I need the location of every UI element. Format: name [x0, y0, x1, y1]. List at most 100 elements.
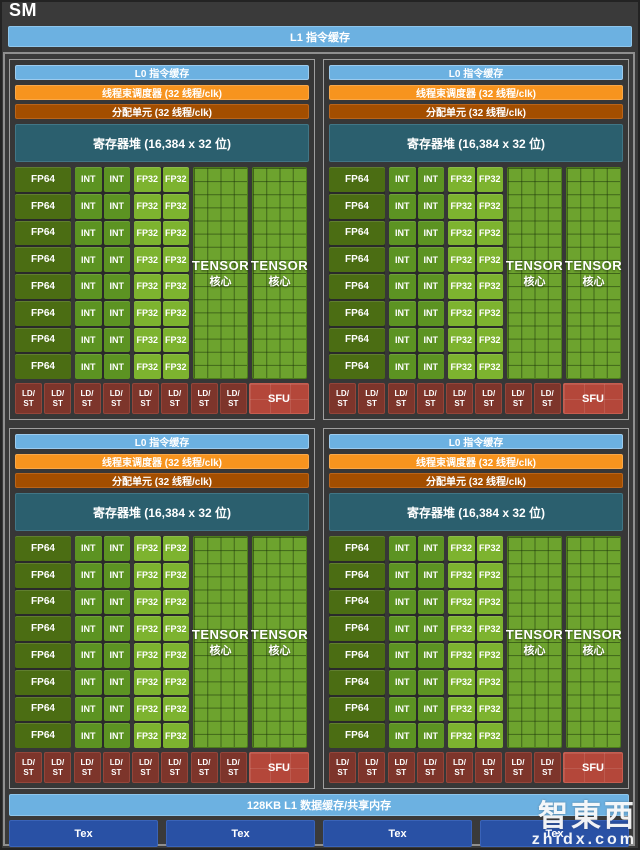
fp32-core-cell: FP32 — [448, 589, 475, 615]
l0-instruction-cache-bar: L0 指令缓存 — [15, 434, 309, 449]
int-core-cell: INT — [417, 274, 444, 299]
int-core-cell: INT — [389, 589, 416, 615]
int-core-cell: INT — [75, 193, 102, 219]
ldst-unit: LD/ST — [190, 383, 218, 414]
core-grid: FP64 FP64 FP64 FP64 FP64 FP64 FP64 FP64 INT INT I… — [15, 167, 309, 379]
register-file-bar: 寄存器堆 (16,384 x 32 位) — [15, 493, 309, 531]
ldst-unit: LD/ST — [73, 752, 101, 783]
fp32-core-cell: FP32 — [476, 327, 503, 353]
int-core-group: INT INT INT INT INT INT INT INT INT INT INT INT INT I… — [75, 536, 130, 748]
ldst-unit: LD/ST — [15, 383, 42, 414]
fp32-core-cell: FP32 — [134, 247, 161, 272]
fp32-core-cell: FP32 — [448, 354, 475, 379]
int-core-cell: INT — [103, 220, 130, 246]
fp64-core-cell: FP64 — [15, 274, 71, 299]
tensor-core-block: TENSOR 核心 — [565, 536, 622, 748]
fp32-core-group: FP32 FP32 FP32 FP32 FP32 FP32 FP32 FP32 FP32 FP32… — [134, 167, 189, 379]
tensor-core-label: TENSOR 核心 — [505, 257, 564, 288]
sfu-unit: SFU — [563, 383, 623, 414]
ldst-unit: LD/ST — [533, 383, 561, 414]
int-core-cell: INT — [389, 536, 416, 561]
warp-scheduler-bar: 线程束调度器 (32 线程/clk) — [329, 85, 623, 100]
warp-scheduler-bar: 线程束调度器 (32 线程/clk) — [15, 85, 309, 100]
warp-scheduler-bar: 线程束调度器 (32 线程/clk) — [329, 454, 623, 469]
fp32-core-cell: FP32 — [134, 167, 161, 192]
fp32-core-cell: FP32 — [162, 589, 189, 615]
ldst-unit: LD/ST — [102, 383, 130, 414]
fp32-core-cell: FP32 — [162, 274, 189, 299]
int-core-cell: INT — [75, 589, 102, 615]
ldst-unit: LD/ST — [161, 752, 189, 783]
core-grid: FP64 FP64 FP64 FP64 FP64 FP64 FP64 FP64 INT INT I… — [329, 536, 623, 748]
int-core-cell: INT — [389, 274, 416, 299]
tensor-core-block: TENSOR 核心 — [191, 167, 250, 379]
int-core-cell: INT — [103, 589, 130, 615]
int-core-cell: INT — [75, 247, 102, 272]
tensor-core-label: TENSOR 核心 — [191, 257, 250, 288]
fp32-core-cell: FP32 — [162, 723, 189, 748]
tensor-core-label: TENSOR 核心 — [564, 257, 623, 288]
int-core-cell: INT — [75, 327, 102, 353]
ldst-unit: LD/ST — [219, 383, 247, 414]
ldst-unit: LD/ST — [387, 752, 415, 783]
int-core-cell: INT — [389, 220, 416, 246]
fp32-core-cell: FP32 — [134, 354, 161, 379]
int-core-cell: INT — [389, 193, 416, 219]
fp32-core-cell: FP32 — [134, 562, 161, 588]
l1-instruction-cache-bar: L1 指令缓存 — [8, 26, 632, 47]
int-core-cell: INT — [75, 536, 102, 561]
tex-unit: Tex — [480, 820, 629, 847]
ldst-row: LD/ST LD/ST LD/ST LD/ST LD/ST LD/ST LD/ST LD/ST… — [15, 752, 309, 783]
int-core-cell: INT — [75, 696, 102, 722]
fp32-core-cell: FP32 — [476, 220, 503, 246]
ldst-unit: LD/ST — [446, 383, 473, 414]
int-core-cell: INT — [389, 562, 416, 588]
processing-block: L0 指令缓存 线程束调度器 (32 线程/clk) 分配单元 (32 线程/c… — [9, 59, 315, 420]
int-core-cell: INT — [417, 616, 444, 641]
int-core-cell: INT — [75, 354, 102, 379]
tex-unit: Tex — [323, 820, 472, 847]
fp32-core-group: FP32 FP32 FP32 FP32 FP32 FP32 FP32 FP32 FP32 FP32… — [134, 536, 189, 748]
fp32-core-cell: FP32 — [476, 669, 503, 695]
fp32-core-cell: FP32 — [448, 616, 475, 641]
fp32-core-cell: FP32 — [476, 723, 503, 748]
fp64-core-cell: FP64 — [329, 193, 385, 219]
int-core-cell: INT — [75, 723, 102, 748]
fp32-core-cell: FP32 — [448, 723, 475, 748]
fp32-core-cell: FP32 — [162, 193, 189, 219]
fp32-core-cell: FP32 — [448, 274, 475, 299]
int-core-group: INT INT INT INT INT INT INT INT INT INT INT INT INT I… — [75, 167, 130, 379]
fp32-core-cell: FP32 — [476, 274, 503, 299]
l0-instruction-cache-bar: L0 指令缓存 — [329, 65, 623, 80]
processing-block: L0 指令缓存 线程束调度器 (32 线程/clk) 分配单元 (32 线程/c… — [9, 428, 315, 789]
fp32-core-cell: FP32 — [162, 247, 189, 272]
ldst-row: LD/ST LD/ST LD/ST LD/ST LD/ST LD/ST LD/ST LD/ST… — [15, 383, 309, 414]
core-grid: FP64 FP64 FP64 FP64 FP64 FP64 FP64 FP64 INT INT I… — [329, 167, 623, 379]
fp32-core-cell: FP32 — [448, 696, 475, 722]
fp32-core-cell: FP32 — [476, 354, 503, 379]
tensor-core-block: TENSOR 核心 — [251, 167, 308, 379]
sfu-unit: SFU — [563, 752, 623, 783]
dispatch-unit-bar: 分配单元 (32 线程/clk) — [329, 104, 623, 119]
int-core-cell: INT — [417, 669, 444, 695]
fp32-core-cell: FP32 — [476, 167, 503, 192]
fp64-core-cell: FP64 — [15, 220, 71, 246]
ldst-unit: LD/ST — [190, 752, 218, 783]
sfu-unit: SFU — [249, 752, 309, 783]
fp64-core-cell: FP64 — [329, 247, 385, 272]
fp32-core-cell: FP32 — [162, 562, 189, 588]
int-core-cell: INT — [417, 167, 444, 192]
fp32-core-cell: FP32 — [134, 220, 161, 246]
int-core-cell: INT — [103, 193, 130, 219]
int-core-cell: INT — [103, 247, 130, 272]
ldst-row: LD/ST LD/ST LD/ST LD/ST LD/ST LD/ST LD/ST LD/ST… — [329, 383, 623, 414]
int-core-cell: INT — [103, 616, 130, 641]
int-core-cell: INT — [417, 300, 444, 326]
fp64-core-cell: FP64 — [329, 536, 385, 561]
ldst-unit: LD/ST — [102, 752, 130, 783]
fp64-core-column: FP64 FP64 FP64 FP64 FP64 FP64 FP64 FP64 — [329, 536, 385, 748]
fp32-core-cell: FP32 — [162, 220, 189, 246]
fp64-core-cell: FP64 — [329, 616, 385, 641]
register-file-bar: 寄存器堆 (16,384 x 32 位) — [329, 493, 623, 531]
int-core-cell: INT — [75, 616, 102, 641]
